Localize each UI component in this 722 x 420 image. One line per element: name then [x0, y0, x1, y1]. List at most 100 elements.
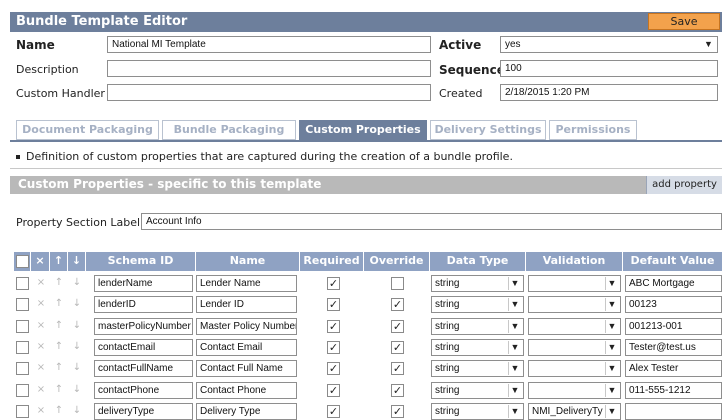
arrow-down-icon[interactable]: ↓ — [70, 320, 84, 331]
tab-custom-properties[interactable]: Custom Properties — [299, 120, 427, 140]
name-input[interactable]: Master Policy Number — [196, 317, 297, 335]
data-type-select[interactable]: string ▼ — [431, 317, 524, 335]
row-select-checkbox[interactable] — [16, 319, 29, 333]
schema-id-input[interactable]: masterPolicyNumber — [94, 317, 193, 335]
section-title: Custom Properties - specific to this tem… — [18, 177, 322, 191]
arrow-up-icon[interactable]: ↑ — [52, 298, 66, 309]
chevron-down-icon: ▼ — [605, 383, 618, 397]
override-checkbox[interactable]: ✓ — [391, 362, 404, 376]
default-value-input[interactable]: ABC Mortgage — [625, 275, 722, 292]
select-all-checkbox[interactable] — [16, 255, 29, 268]
override-checkbox[interactable]: ✓ — [391, 298, 404, 312]
row-select-checkbox[interactable] — [16, 404, 29, 418]
arrow-up-icon[interactable]: ↑ — [52, 384, 66, 395]
row-select-checkbox[interactable] — [16, 298, 29, 312]
data-type-select[interactable]: string ▼ — [431, 360, 524, 378]
property-section-field[interactable]: Account Info — [141, 213, 722, 230]
default-value-input[interactable]: 011-555-1212 — [625, 381, 722, 399]
validation-select[interactable]: ▼ — [528, 275, 621, 292]
arrow-up-icon[interactable]: ↑ — [52, 341, 66, 352]
schema-id-input[interactable]: contactPhone — [94, 381, 193, 399]
default-value-input[interactable] — [625, 402, 722, 420]
data-type-select[interactable]: string ▼ — [431, 338, 524, 356]
override-checkbox[interactable]: ✓ — [391, 383, 404, 397]
default-value-input[interactable]: Tester@test.us — [625, 338, 722, 356]
header-select-all[interactable] — [14, 252, 31, 271]
table-row: × ↑ ↓ deliveryType Delivery Type ✓ ✓ string ▼ NMI… — [14, 402, 722, 420]
name-label: Name — [16, 38, 55, 52]
active-select[interactable]: yes ▼ — [500, 36, 718, 53]
arrow-down-icon[interactable]: ↓ — [70, 362, 84, 373]
tab-delivery-settings[interactable]: Delivery Settings — [430, 120, 546, 140]
required-checkbox[interactable]: ✓ — [327, 383, 340, 397]
arrow-down-icon[interactable]: ↓ — [70, 405, 84, 416]
name-input[interactable]: Lender ID — [196, 296, 297, 314]
description-text: Definition of custom properties that are… — [26, 150, 513, 163]
arrow-up-icon[interactable]: ↑ — [52, 320, 66, 331]
close-icon[interactable]: × — [34, 298, 48, 309]
schema-id-input[interactable]: contactEmail — [94, 338, 193, 356]
add-property-button[interactable]: add property — [646, 176, 722, 194]
row-select-checkbox[interactable] — [16, 362, 29, 376]
validation-select[interactable]: NMI_DeliveryTy ▼ — [528, 402, 621, 420]
created-label: Created — [439, 87, 483, 100]
data-type-select[interactable]: string ▼ — [431, 402, 524, 420]
arrow-up-icon[interactable]: ↑ — [52, 362, 66, 373]
data-type-select[interactable]: string ▼ — [431, 275, 524, 292]
data-type-value: string — [435, 341, 460, 353]
validation-select[interactable]: ▼ — [528, 317, 621, 335]
required-checkbox[interactable]: ✓ — [327, 362, 340, 376]
arrow-down-icon[interactable]: ↓ — [70, 341, 84, 352]
default-value-input[interactable]: Alex Tester — [625, 360, 722, 378]
validation-select[interactable]: ▼ — [528, 338, 621, 356]
override-checkbox[interactable]: ✓ — [391, 404, 404, 418]
close-icon[interactable]: × — [34, 384, 48, 395]
close-icon[interactable]: × — [34, 362, 48, 373]
required-checkbox[interactable]: ✓ — [327, 340, 340, 354]
validation-select[interactable]: ▼ — [528, 381, 621, 399]
override-checkbox[interactable]: ✓ — [391, 319, 404, 333]
required-checkbox[interactable]: ✓ — [327, 319, 340, 333]
close-icon[interactable]: × — [34, 405, 48, 416]
tab-permissions[interactable]: Permissions — [549, 120, 637, 140]
row-select-checkbox[interactable] — [16, 277, 29, 290]
chevron-down-icon: ▼ — [605, 362, 618, 376]
name-input[interactable]: Contact Phone — [196, 381, 297, 399]
arrow-up-icon[interactable]: ↑ — [52, 277, 66, 288]
required-checkbox[interactable]: ✓ — [327, 277, 340, 290]
arrow-up-icon[interactable]: ↑ — [52, 405, 66, 416]
description-field[interactable] — [107, 60, 431, 77]
schema-id-input[interactable]: contactFullName — [94, 360, 193, 378]
save-button[interactable]: Save — [648, 13, 720, 30]
required-checkbox[interactable]: ✓ — [327, 298, 340, 312]
arrow-down-icon[interactable]: ↓ — [70, 384, 84, 395]
default-value-input[interactable]: 001213-001 — [625, 317, 722, 335]
schema-id-input[interactable]: lenderName — [94, 275, 193, 292]
arrow-down-icon[interactable]: ↓ — [70, 298, 84, 309]
required-checkbox[interactable]: ✓ — [327, 404, 340, 418]
default-value-input[interactable]: 00123 — [625, 296, 722, 314]
validation-select[interactable]: ▼ — [528, 296, 621, 314]
custom-handler-field[interactable] — [107, 84, 431, 101]
name-input[interactable]: Delivery Type — [196, 402, 297, 420]
close-icon[interactable]: × — [34, 320, 48, 331]
data-type-select[interactable]: string ▼ — [431, 296, 524, 314]
override-checkbox[interactable]: ✓ — [391, 340, 404, 354]
schema-id-input[interactable]: lenderID — [94, 296, 193, 314]
data-type-select[interactable]: string ▼ — [431, 381, 524, 399]
row-select-checkbox[interactable] — [16, 340, 29, 354]
close-icon[interactable]: × — [34, 277, 48, 288]
arrow-down-icon[interactable]: ↓ — [70, 277, 84, 288]
name-input[interactable]: Lender Name — [196, 275, 297, 292]
sequence-field[interactable]: 100 — [500, 60, 718, 77]
name-input[interactable]: Contact Full Name — [196, 360, 297, 378]
close-icon[interactable]: × — [34, 341, 48, 352]
name-field[interactable]: National MI Template — [107, 36, 431, 53]
override-checkbox[interactable] — [391, 277, 404, 290]
tab-document-packaging[interactable]: Document Packaging — [16, 120, 159, 140]
row-select-checkbox[interactable] — [16, 383, 29, 397]
validation-select[interactable]: ▼ — [528, 360, 621, 378]
schema-id-input[interactable]: deliveryType — [94, 402, 193, 420]
name-input[interactable]: Contact Email — [196, 338, 297, 356]
tab-bundle-packaging[interactable]: Bundle Packaging — [162, 120, 296, 140]
